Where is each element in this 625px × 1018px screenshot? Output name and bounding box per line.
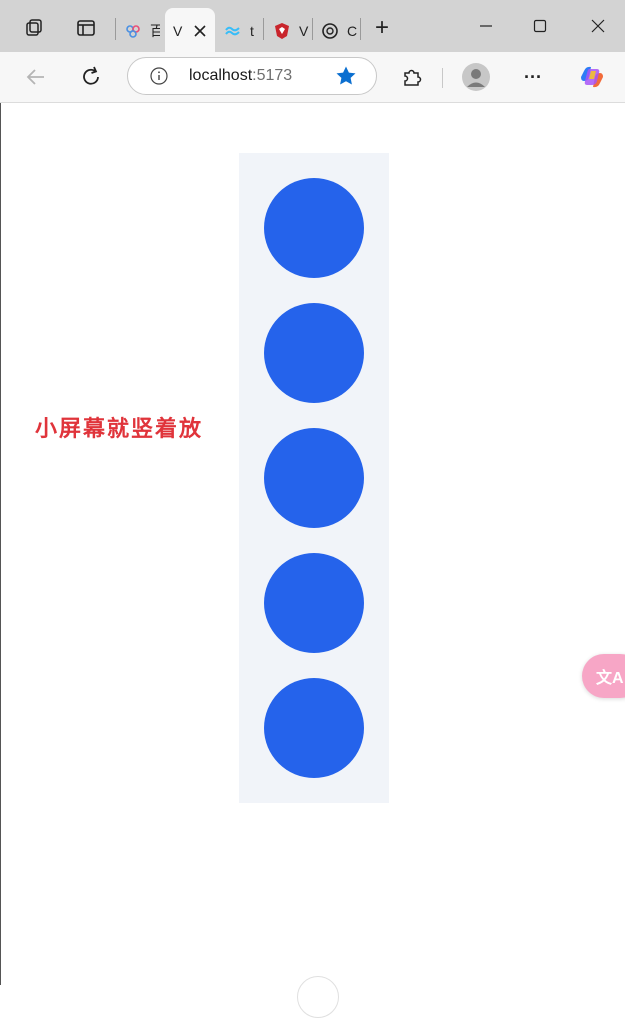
page-content: 小屏幕就竖着放 文A [0,103,625,1018]
new-tab-button[interactable]: + [370,14,394,41]
tab-openai[interactable]: C [321,10,357,52]
shield-icon [273,22,291,40]
scroll-indicator [297,976,339,1018]
tab-title: V [299,23,309,39]
tab-actions-icon[interactable] [74,16,98,40]
workspaces-icon[interactable] [22,16,46,40]
tab-baidu[interactable]: 百 [124,10,160,52]
circle [264,428,364,528]
close-window-button[interactable] [586,14,610,38]
tab-title: V [173,23,183,39]
tab-shield[interactable]: V [273,10,309,52]
extensions-icon[interactable] [399,64,425,90]
translate-button[interactable]: 文A [582,654,625,698]
tab-title: t [250,23,254,39]
close-icon[interactable] [191,22,209,40]
circle [264,303,364,403]
circle [264,678,364,778]
toolbar-divider [442,68,443,88]
caption-text: 小屏幕就竖着放 [35,416,204,442]
copilot-icon[interactable] [577,62,607,92]
url-text: localhost:5173 [189,67,292,85]
more-menu-button[interactable]: ··· [520,64,546,90]
circle-column [239,153,389,803]
tab-tailwind[interactable]: t [224,10,260,52]
baidu-icon [124,22,142,40]
circle [264,178,364,278]
tab-vite[interactable]: V [173,10,209,52]
translate-icon: 文A [596,670,624,687]
tab-title: C [347,23,357,39]
minimize-button[interactable] [474,14,498,38]
openai-icon [321,22,339,40]
url-port: :5173 [252,67,293,84]
favorite-star-icon[interactable] [335,65,357,92]
tab-strip: 百 V t V C + [0,0,625,52]
url-host: localhost [189,67,253,84]
circle [264,553,364,653]
toolbar: localhost:5173 ··· [0,52,625,103]
address-bar[interactable]: localhost:5173 [127,57,377,95]
site-info-icon[interactable] [150,67,168,85]
tailwind-icon [224,22,242,40]
maximize-button[interactable] [528,14,552,38]
refresh-button[interactable] [78,64,104,90]
back-button[interactable] [23,64,49,90]
profile-avatar[interactable] [461,62,491,92]
tab-title: 百 [150,23,160,39]
